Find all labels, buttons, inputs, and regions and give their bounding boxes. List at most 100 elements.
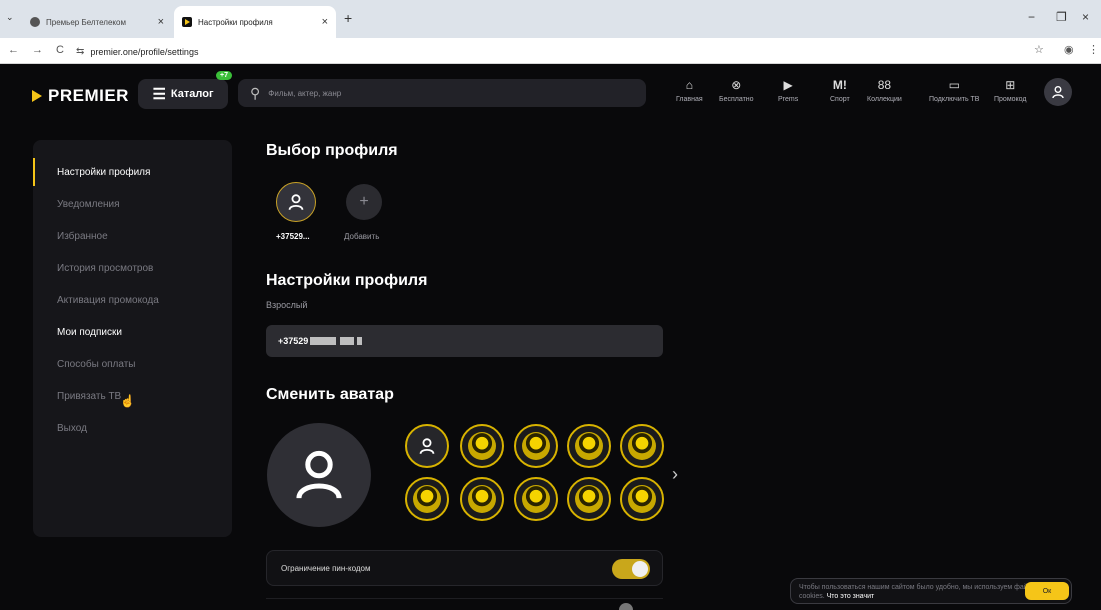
profile-sidebar: Настройки профиля Уведомления Избранное …	[33, 140, 232, 537]
add-profile-button[interactable]: +	[346, 184, 382, 220]
avatar-option-dog[interactable]	[514, 424, 558, 468]
sidebar-item-profile-settings[interactable]: Настройки профиля	[57, 167, 150, 178]
avatar-option-wolf[interactable]	[460, 477, 504, 521]
search-placeholder: Фильм, актер, жанр	[268, 88, 342, 98]
browser-tab-beltelecom[interactable]: Премьер Белтелеком ×	[22, 6, 172, 38]
gift-icon: ⊞	[1005, 78, 1016, 92]
new-tab-button[interactable]: +	[344, 10, 352, 26]
profile-avatar-current[interactable]	[276, 182, 316, 222]
tab-title: Настройки профиля	[198, 17, 273, 27]
nav-label: Спорт	[830, 96, 850, 103]
wolf-avatar-icon	[468, 485, 496, 513]
avatar-option-animal[interactable]	[620, 424, 664, 468]
sidebar-item-link-tv[interactable]: Привязать ТВ	[57, 391, 121, 402]
nav-promocode[interactable]: ⊞ Промокод	[994, 78, 1027, 103]
cat-avatar-icon	[413, 485, 441, 513]
cookie-banner: Чтобы пользоваться нашим сайтом было удо…	[790, 578, 1072, 604]
user-avatar-button[interactable]	[1044, 78, 1072, 106]
sidebar-item-favorites[interactable]: Избранное	[57, 231, 108, 242]
nav-free[interactable]: ⊗ Бесплатно	[719, 78, 754, 103]
sidebar-item-notifications[interactable]: Уведомления	[57, 199, 120, 210]
profile-settings-title: Настройки профиля	[266, 272, 428, 289]
sidebar-item-logout[interactable]: Выход	[57, 423, 87, 434]
catalog-button[interactable]: ☰ Каталог +7	[138, 71, 232, 109]
forward-icon[interactable]: →	[32, 44, 43, 56]
browser-tab-bar: ⌄ Премьер Белтелеком × Настройки профиля…	[0, 0, 1101, 38]
avatar-option-rabbit[interactable]	[567, 424, 611, 468]
menu-icon[interactable]: ⋮	[1088, 43, 1099, 56]
url-input[interactable]: ⇆ premier.one/profile/settings	[76, 42, 1036, 61]
chevron-right-icon[interactable]: ›	[672, 464, 678, 485]
close-window-button[interactable]: ×	[1082, 10, 1089, 24]
nav-connect-tv[interactable]: ▭ Подключить ТВ	[929, 78, 979, 103]
catalog-badge: +7	[216, 71, 232, 80]
current-avatar-preview	[267, 423, 371, 527]
catalog-label: Каталог	[170, 88, 214, 100]
toggle-knob[interactable]	[619, 603, 633, 610]
cookie-ok-button[interactable]: Ок	[1025, 582, 1069, 600]
maximize-button[interactable]: ❐	[1056, 10, 1067, 24]
avatar-option-cat[interactable]	[405, 477, 449, 521]
prems-play-icon: ▶	[783, 78, 793, 92]
tab-search-icon[interactable]: ⌄	[6, 12, 14, 23]
tab-close-icon[interactable]: ×	[158, 16, 164, 28]
tab-title: Премьер Белтелеком	[46, 17, 126, 27]
minimize-button[interactable]: −	[1028, 10, 1035, 24]
avatar-option-beast[interactable]	[620, 477, 664, 521]
sidebar-item-promocode[interactable]: Активация промокода	[57, 295, 159, 306]
premier-logo[interactable]: PREMIER	[32, 86, 129, 106]
play-icon	[185, 19, 190, 25]
user-icon	[296, 450, 342, 499]
nav-collections[interactable]: 88 Коллекции	[867, 78, 902, 103]
browser-tab-profile-settings[interactable]: Настройки профиля ×	[174, 6, 336, 38]
nav-prems[interactable]: ▶ Prems	[778, 78, 798, 103]
character-avatar-icon	[468, 432, 496, 460]
reload-icon[interactable]: C	[56, 44, 64, 56]
avatar-option-monkey[interactable]	[567, 477, 611, 521]
avatar-option-hat[interactable]	[514, 477, 558, 521]
search-icon: ⚲	[250, 84, 261, 101]
sidebar-item-history[interactable]: История просмотров	[57, 263, 153, 274]
profile-type-label: Взрослый	[266, 300, 308, 310]
hat-avatar-icon	[522, 485, 550, 513]
profile-icon[interactable]: ◉	[1064, 43, 1074, 56]
profile-label-current: +37529...	[276, 232, 310, 241]
avatar-option-default[interactable]	[405, 424, 449, 468]
pin-restriction-toggle[interactable]	[612, 559, 650, 579]
back-icon[interactable]: ←	[8, 44, 19, 56]
free-icon: ⊗	[731, 78, 742, 92]
bookmark-star-icon[interactable]: ☆	[1034, 43, 1044, 56]
collections-icon: 88	[877, 78, 892, 92]
nav-sport[interactable]: M! Спорт	[830, 78, 850, 103]
animal-avatar-icon	[628, 432, 656, 460]
sidebar-item-payment-methods[interactable]: Способы оплаты	[57, 359, 136, 370]
logo-text: PREMIER	[48, 86, 129, 105]
logo-play-icon	[32, 90, 42, 102]
browser-address-bar: ← → C ⇆ premier.one/profile/settings ☆ ◉…	[0, 38, 1101, 64]
redacted-block	[310, 337, 337, 345]
nav-label: Prems	[778, 96, 799, 103]
search-input[interactable]: ⚲ Фильм, актер, жанр	[238, 79, 646, 107]
hand-cursor-icon: ☝	[120, 394, 135, 408]
tab-close-icon[interactable]: ×	[322, 16, 328, 28]
change-avatar-title: Сменить аватар	[266, 386, 394, 403]
nav-label: Коллекции	[867, 96, 902, 103]
user-icon	[1052, 86, 1064, 99]
cookie-info-link[interactable]: Что это значит	[827, 593, 875, 600]
site-info-icon[interactable]: ⇆	[76, 46, 84, 57]
sport-icon: M!	[832, 78, 847, 92]
sidebar-item-subscriptions[interactable]: Мои подписки	[57, 327, 122, 338]
home-icon: ⌂	[685, 78, 693, 92]
profile-select-title: Выбор профиля	[266, 142, 398, 159]
phone-value: +37529	[278, 336, 309, 346]
next-settings-row	[266, 598, 663, 610]
avatar-option-character[interactable]	[460, 424, 504, 468]
plus-icon: +	[359, 193, 369, 210]
globe-icon	[30, 17, 40, 27]
phone-field[interactable]: +37529	[266, 325, 663, 357]
rabbit-avatar-icon	[575, 432, 603, 460]
dog-avatar-icon	[522, 432, 550, 460]
beast-avatar-icon	[628, 485, 656, 513]
add-profile-label: Добавить	[344, 232, 380, 241]
nav-home[interactable]: ⌂ Главная	[676, 78, 703, 103]
